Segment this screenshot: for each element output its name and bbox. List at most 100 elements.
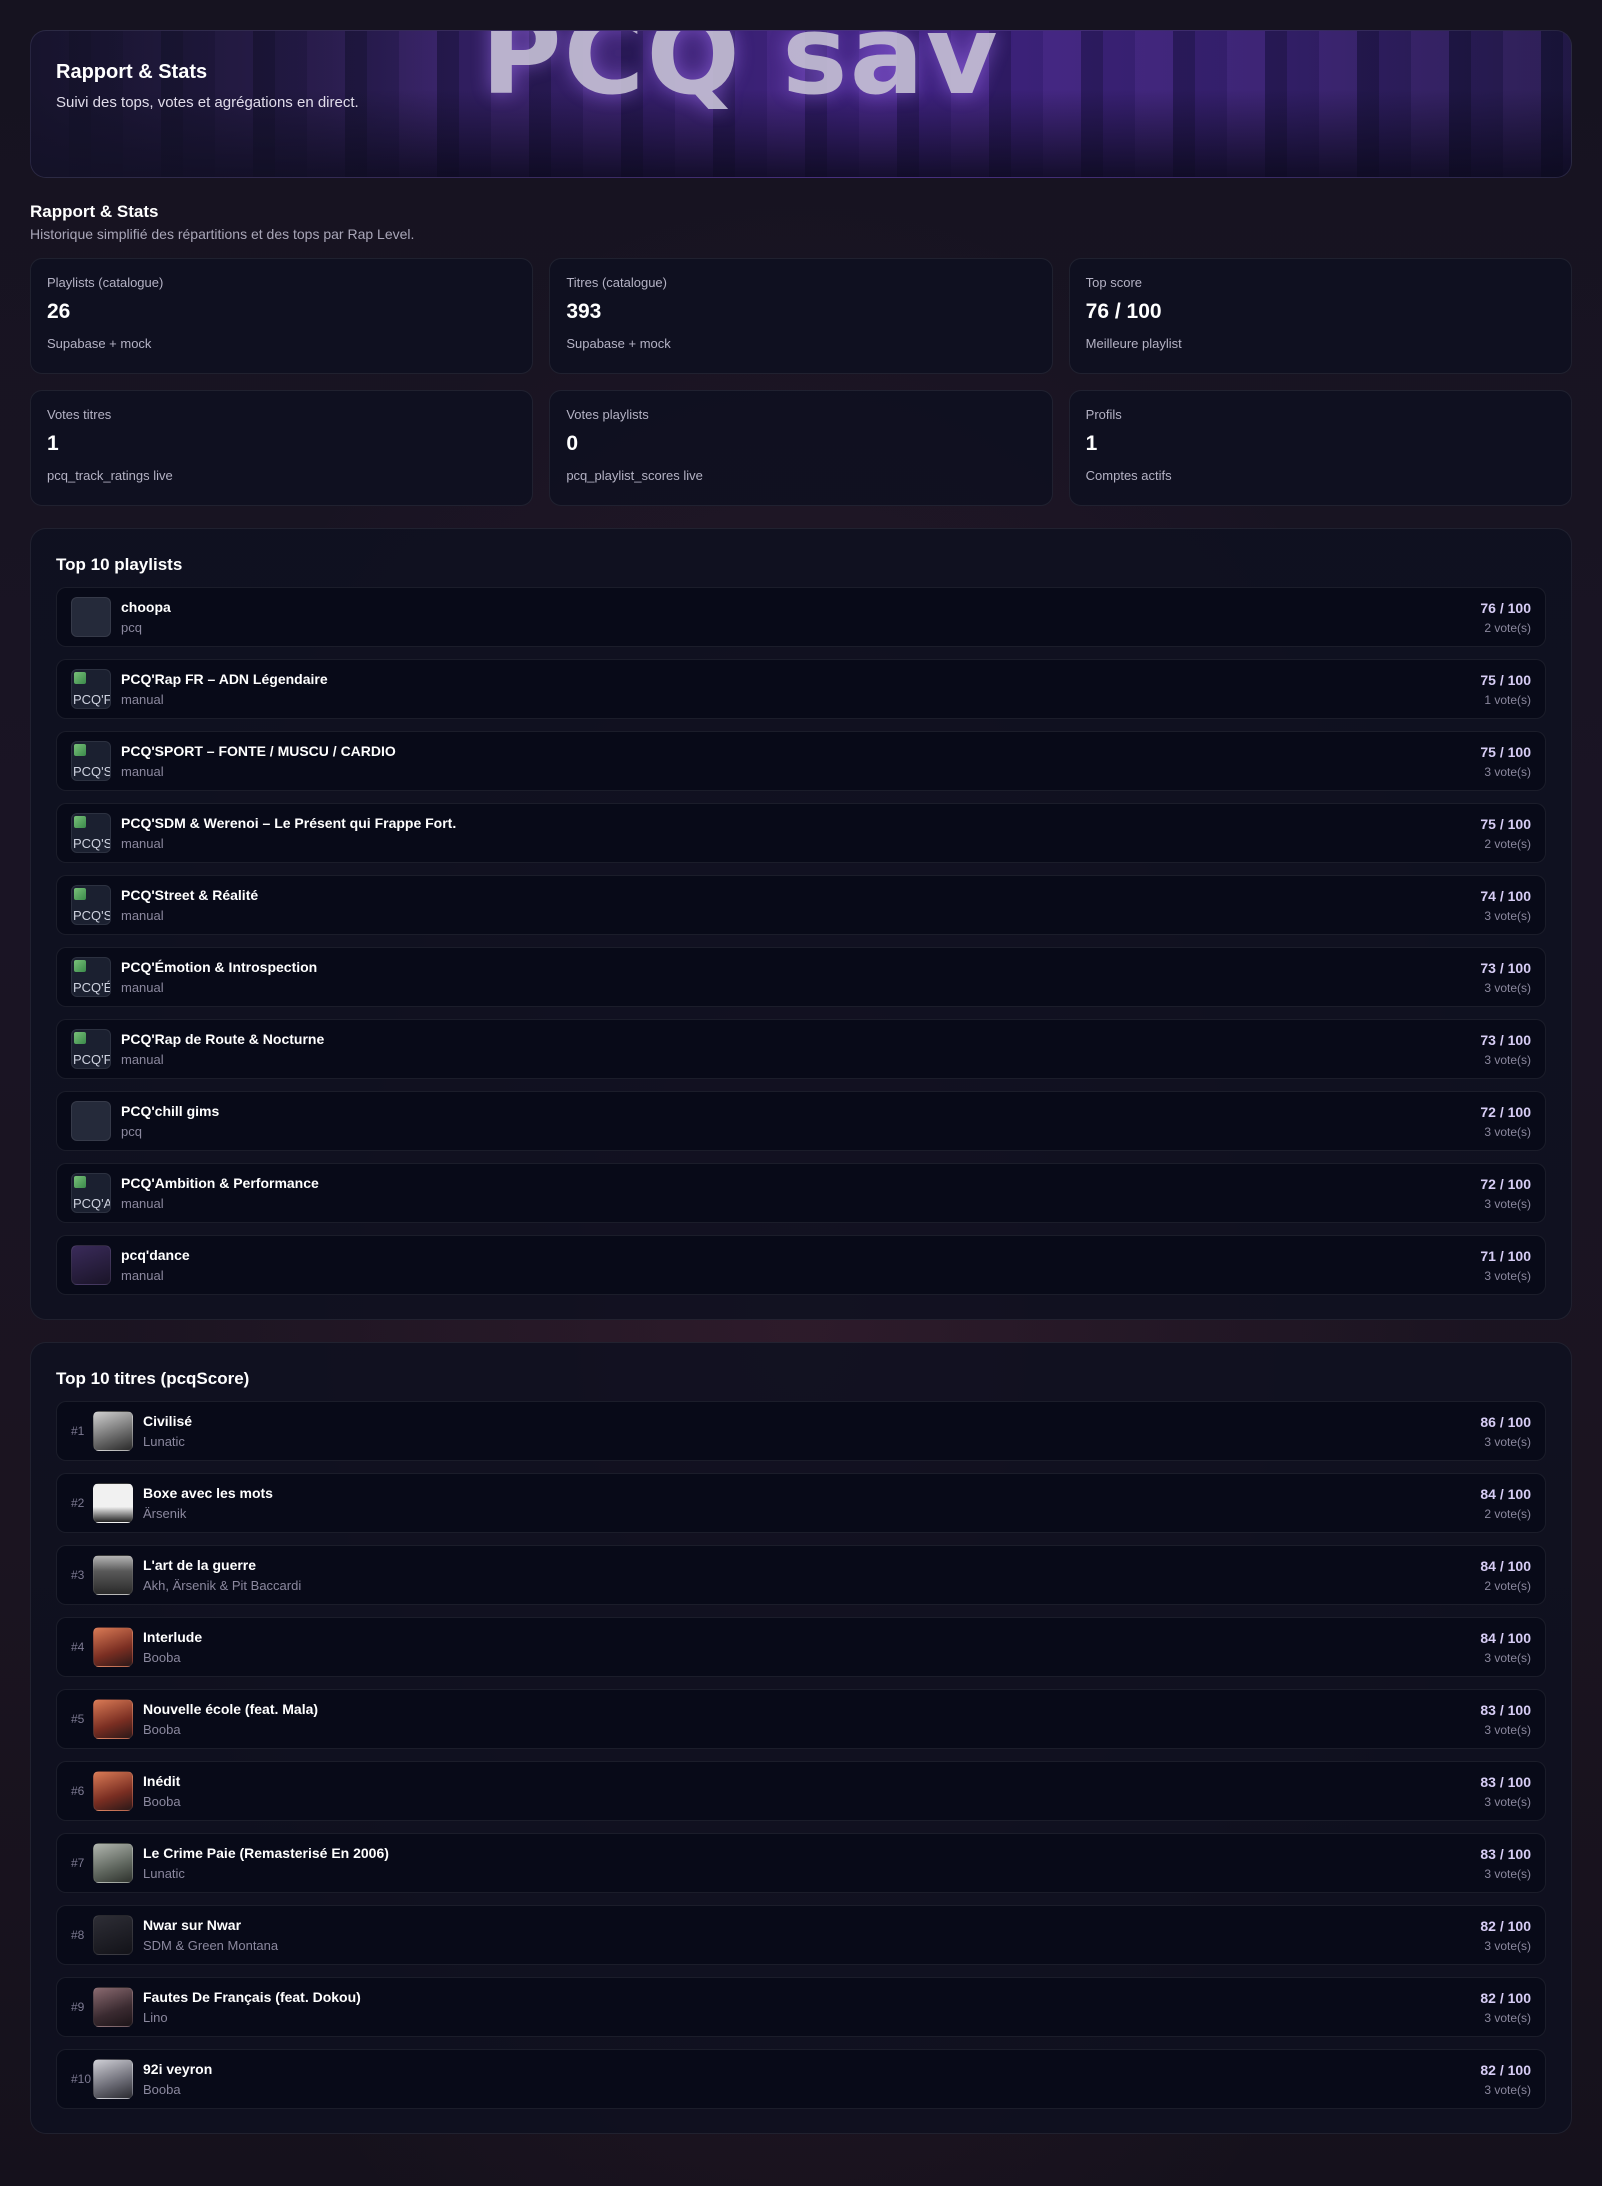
playlist-info: choopa pcq	[121, 599, 1480, 635]
top-tracks-panel: Top 10 titres (pcqScore) #1 Civilisé Lunat…	[30, 1342, 1572, 2134]
playlist-name: PCQ'Ambition & Performance	[121, 1175, 319, 1191]
playlist-info: PCQ'Street & Réalité manual	[121, 887, 1480, 923]
track-title: Boxe avec les mots	[143, 1485, 273, 1501]
playlist-cover	[71, 1173, 111, 1213]
playlist-source: manual	[121, 980, 164, 995]
vote-count: 3 vote(s)	[1484, 908, 1531, 923]
playlist-row[interactable]: PCQ'Rap FR – ADN Légendaire manual 75 / 10…	[56, 659, 1546, 719]
hero-title: Rapport & Stats	[56, 61, 208, 83]
section-title: Rapport & Stats	[30, 202, 159, 221]
score-value: 75 / 100	[1480, 743, 1531, 760]
playlist-info: pcq'dance manual	[121, 1247, 1480, 1283]
track-title: 92i veyron	[143, 2061, 213, 2077]
score-value: 71 / 100	[1480, 1247, 1531, 1264]
playlist-row[interactable]: PCQ'Émotion & Introspection manual 73 / 10…	[56, 947, 1546, 1007]
track-score: 83 / 100 3 vote(s)	[1480, 1846, 1531, 1881]
playlist-row[interactable]: PCQ'SDM & Werenoi – Le Présent qui Frapp…	[56, 803, 1546, 863]
track-row[interactable]: #2 Boxe avec les mots Ärsenik 84 / 100 2 vot…	[56, 1473, 1546, 1533]
playlist-score: 75 / 100 2 vote(s)	[1480, 816, 1531, 851]
track-row[interactable]: #3 L'art de la guerre Akh, Ärsenik & Pit B…	[56, 1545, 1546, 1605]
playlist-cover	[71, 885, 111, 925]
playlist-score: 72 / 100 3 vote(s)	[1480, 1104, 1531, 1139]
track-info: Interlude Booba	[143, 1629, 1480, 1665]
track-row[interactable]: #10 92i veyron Booba 82 / 100 3 vote(s)	[56, 2049, 1546, 2109]
vote-count: 3 vote(s)	[1484, 1124, 1531, 1139]
stat-card-votes-playlists: Votes playlists 0 pcq_playlist_scores li…	[549, 390, 1053, 506]
vote-count: 3 vote(s)	[1484, 1722, 1531, 1737]
vote-count: 2 vote(s)	[1484, 836, 1531, 851]
track-row[interactable]: #1 Civilisé Lunatic 86 / 100 3 vote(s)	[56, 1401, 1546, 1461]
playlist-cover	[71, 597, 111, 637]
playlist-score: 74 / 100 3 vote(s)	[1480, 888, 1531, 923]
score-value: 84 / 100	[1480, 1485, 1531, 1502]
stat-label: Top score	[1085, 275, 1143, 290]
stat-value: 393	[566, 300, 602, 323]
top-playlists-panel: Top 10 playlists choopa pcq 76 / 100 2 vote…	[30, 528, 1572, 1320]
playlist-info: PCQ'Rap de Route & Nocturne manual	[121, 1031, 1480, 1067]
playlist-info: PCQ'Rap FR – ADN Légendaire manual	[121, 671, 1480, 707]
stat-note: Supabase + mock	[566, 336, 671, 351]
playlist-score: 75 / 100 3 vote(s)	[1480, 744, 1531, 779]
score-value: 84 / 100	[1480, 1629, 1531, 1646]
score-value: 84 / 100	[1480, 1557, 1531, 1574]
vote-count: 3 vote(s)	[1484, 1866, 1531, 1881]
track-artist: Akh, Ärsenik & Pit Baccardi	[143, 1578, 302, 1593]
track-score: 84 / 100 2 vote(s)	[1480, 1558, 1531, 1593]
playlist-row[interactable]: PCQ'SPORT – FONTE / MUSCU / CARDIO manual…	[56, 731, 1546, 791]
track-artist: Lunatic	[143, 1866, 185, 1881]
stat-note: Comptes actifs	[1085, 468, 1172, 483]
vote-count: 3 vote(s)	[1484, 1794, 1531, 1809]
playlist-source: manual	[121, 692, 164, 707]
track-artist: Booba	[143, 1722, 181, 1737]
playlist-row[interactable]: pcq'dance manual 71 / 100 3 vote(s)	[56, 1235, 1546, 1295]
track-row[interactable]: #4 Interlude Booba 84 / 100 3 vote(s)	[56, 1617, 1546, 1677]
playlist-info: PCQ'Émotion & Introspection manual	[121, 959, 1480, 995]
stat-card-profils: Profils 1 Comptes actifs	[1068, 390, 1572, 506]
playlist-row[interactable]: PCQ'Street & Réalité manual 74 / 100 3 vote…	[56, 875, 1546, 935]
playlist-info: PCQ'SPORT – FONTE / MUSCU / CARDIO manual	[121, 743, 1480, 779]
track-cover	[93, 1915, 133, 1955]
track-cover	[93, 1771, 133, 1811]
playlist-row[interactable]: PCQ'Ambition & Performance manual 72 / 100…	[56, 1163, 1546, 1223]
top-tracks-title: Top 10 titres (pcqScore)	[56, 1369, 250, 1388]
track-score: 84 / 100 3 vote(s)	[1480, 1630, 1531, 1665]
stat-card-top-score: Top score 76 / 100 Meilleure playlist	[1068, 258, 1572, 374]
playlist-score: 73 / 100 3 vote(s)	[1480, 1032, 1531, 1067]
playlist-name: PCQ'chill gims	[121, 1103, 220, 1119]
stat-label: Votes titres	[47, 407, 112, 422]
track-cover	[93, 1843, 133, 1883]
stat-card-titres: Titres (catalogue) 393 Supabase + mock	[549, 258, 1053, 374]
track-info: Nwar sur Nwar SDM & Green Montana	[143, 1917, 1480, 1953]
playlist-cover	[71, 957, 111, 997]
top-playlists-title: Top 10 playlists	[56, 555, 183, 574]
track-rank: #6	[71, 1784, 85, 1798]
playlist-name: PCQ'Rap FR – ADN Légendaire	[121, 671, 328, 687]
score-value: 73 / 100	[1480, 959, 1531, 976]
playlist-source: manual	[121, 764, 164, 779]
vote-count: 3 vote(s)	[1484, 2010, 1531, 2025]
playlist-cover	[71, 741, 111, 781]
track-rank: #7	[71, 1856, 85, 1870]
playlist-row[interactable]: choopa pcq 76 / 100 2 vote(s)	[56, 587, 1546, 647]
hero-banner: PCQ sav Rapport & Stats Suivi des tops, …	[30, 30, 1572, 178]
track-row[interactable]: #6 Inédit Booba 83 / 100 3 vote(s)	[56, 1761, 1546, 1821]
track-info: Inédit Booba	[143, 1773, 1480, 1809]
track-row[interactable]: #7 Le Crime Paie (Remasterisé En 2006) Lun…	[56, 1833, 1546, 1893]
track-title: Le Crime Paie (Remasterisé En 2006)	[143, 1845, 389, 1861]
playlist-row[interactable]: PCQ'Rap de Route & Nocturne manual 73 / 10…	[56, 1019, 1546, 1079]
score-value: 72 / 100	[1480, 1175, 1531, 1192]
track-row[interactable]: #5 Nouvelle école (feat. Mala) Booba 83 / 1…	[56, 1689, 1546, 1749]
track-cover	[93, 1555, 133, 1595]
vote-count: 3 vote(s)	[1484, 1938, 1531, 1953]
stat-value: 0	[566, 432, 579, 455]
playlist-row[interactable]: PCQ'chill gims pcq 72 / 100 3 vote(s)	[56, 1091, 1546, 1151]
track-row[interactable]: #9 Fautes De Français (feat. Dokou) Lino 82…	[56, 1977, 1546, 2037]
track-info: Civilisé Lunatic	[143, 1413, 1480, 1449]
playlist-cover	[71, 1029, 111, 1069]
playlist-name: PCQ'Rap de Route & Nocturne	[121, 1031, 325, 1047]
track-row[interactable]: #8 Nwar sur Nwar SDM & Green Montana 82 / 1…	[56, 1905, 1546, 1965]
score-value: 82 / 100	[1480, 2061, 1531, 2078]
score-value: 82 / 100	[1480, 1917, 1531, 1934]
score-value: 86 / 100	[1480, 1413, 1531, 1430]
track-title: Nwar sur Nwar	[143, 1917, 242, 1933]
